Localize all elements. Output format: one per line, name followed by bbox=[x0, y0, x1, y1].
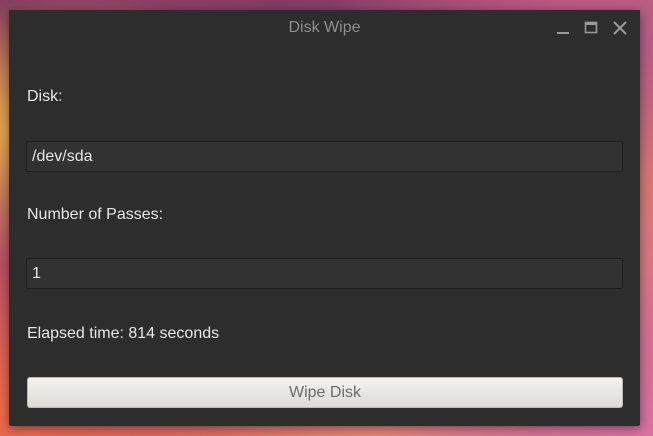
elapsed-time-text: Elapsed time: 814 seconds bbox=[27, 325, 220, 342]
passes-input[interactable] bbox=[26, 258, 623, 289]
disk-wipe-window: Disk Wipe Disk: Number of Passes: Elapse… bbox=[9, 10, 640, 426]
minimize-icon bbox=[557, 32, 569, 34]
window-title: Disk Wipe bbox=[288, 19, 361, 36]
minimize-button[interactable] bbox=[554, 19, 572, 37]
disk-input[interactable] bbox=[26, 141, 623, 172]
close-button[interactable] bbox=[611, 19, 629, 37]
title-bar[interactable]: Disk Wipe bbox=[9, 10, 640, 48]
maximize-icon bbox=[584, 21, 598, 34]
maximize-button[interactable] bbox=[582, 19, 600, 37]
close-icon bbox=[613, 21, 627, 35]
disk-label: Disk: bbox=[27, 88, 63, 105]
wipe-disk-button[interactable]: Wipe Disk bbox=[27, 377, 623, 408]
passes-label: Number of Passes: bbox=[27, 206, 164, 223]
